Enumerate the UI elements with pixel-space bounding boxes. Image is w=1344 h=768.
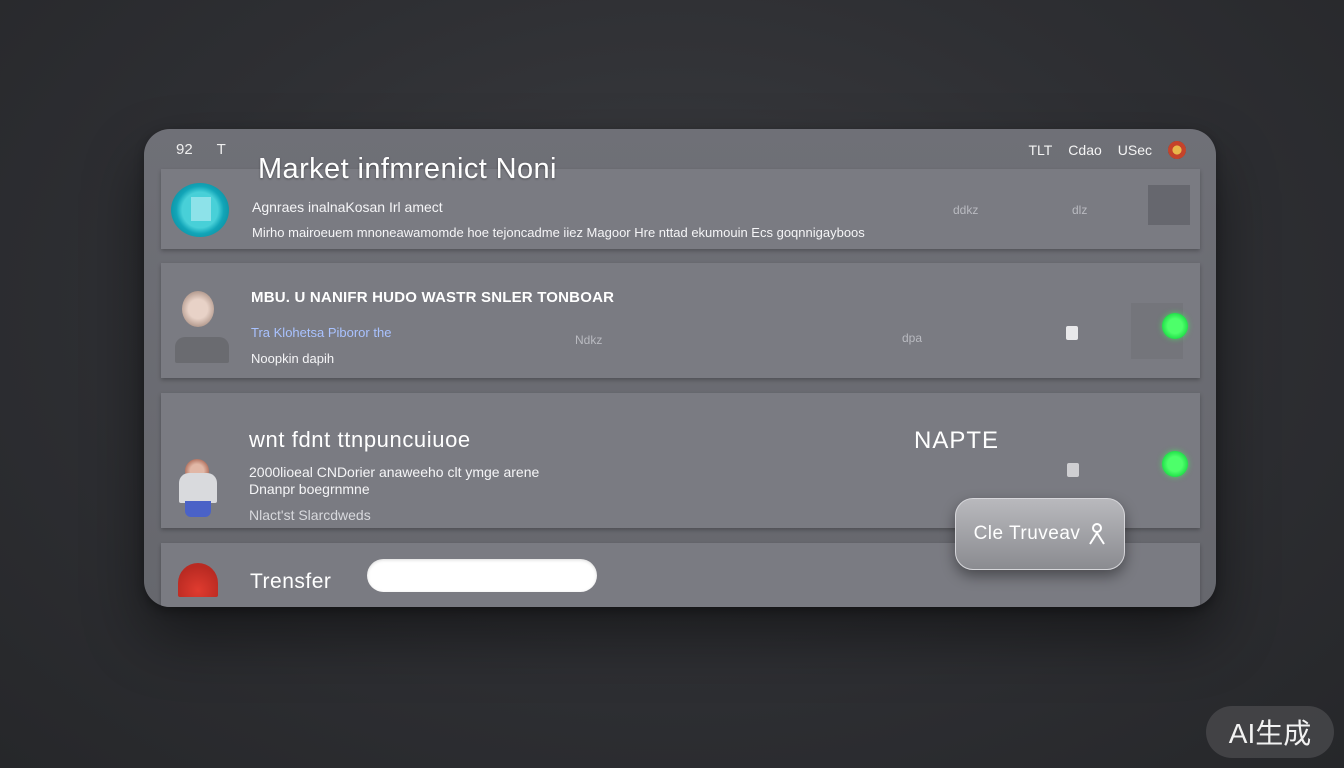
floating-button-label: Cle Truveav: [973, 523, 1081, 544]
page-title: Market infmrenict Noni: [258, 153, 557, 185]
row-line-1: 2000lioeal CNDorier anaweeho clt ymge ar…: [249, 464, 540, 480]
device-icon[interactable]: [1067, 463, 1079, 477]
topbar-item-cdao[interactable]: Cdao: [1068, 142, 1101, 158]
topbar-right: TLT Cdao USec: [1028, 141, 1186, 159]
user-avatar-icon[interactable]: [1168, 141, 1186, 159]
row-link[interactable]: Tra Klohetsa Piboror the: [251, 325, 391, 340]
row-meta: Nlact'st Slarcdweds: [249, 507, 371, 523]
transfer-input[interactable]: [367, 559, 597, 592]
transfer-icon: [178, 563, 218, 597]
topbar-counter: 92: [176, 141, 193, 158]
transfer-label: Trensfer: [250, 570, 332, 593]
row-description: Mirho mairoeuem mnoneawamomde hoe tejonc…: [252, 225, 865, 240]
topbar-left: 92 T: [176, 141, 246, 158]
topbar-item-usec[interactable]: USec: [1118, 142, 1152, 158]
row-heading: wnt fdnt ttnpuncuiuoe: [249, 427, 471, 452]
row-label: NAPTE: [914, 427, 1000, 454]
status-online-indicator: [1162, 451, 1188, 477]
person-icon: [1089, 523, 1106, 545]
device-icon[interactable]: [1066, 326, 1078, 340]
row-line-2: Dnanpr boegrnmne: [249, 481, 370, 497]
floating-action-button[interactable]: Cle Truveav: [955, 498, 1125, 570]
row-mark-center: Ndkz: [575, 333, 603, 347]
ai-generated-badge: AI生成: [1206, 706, 1334, 758]
row-heading: MBU. U NANIFR HUDO WASTR SNLER TONBOAR: [251, 289, 615, 306]
topbar-item-tlt[interactable]: TLT: [1028, 142, 1052, 158]
list-item[interactable]: MBU. U NANIFR HUDO WASTR SNLER TONBOAR T…: [161, 263, 1200, 378]
row-meta: Noopkin dapih: [251, 351, 335, 366]
app-logo-icon: [171, 183, 229, 237]
row-mark-2: dlz: [1072, 203, 1088, 217]
topbar-t-item[interactable]: T: [217, 141, 226, 158]
row-subtitle: Agnraes inalnaKosan Irl amect: [252, 199, 443, 215]
thumbnail-placeholder: [1148, 185, 1190, 225]
status-online-indicator: [1162, 313, 1188, 339]
row-mark-right: dpa: [902, 331, 923, 345]
row-mark-1: ddkz: [953, 203, 979, 217]
